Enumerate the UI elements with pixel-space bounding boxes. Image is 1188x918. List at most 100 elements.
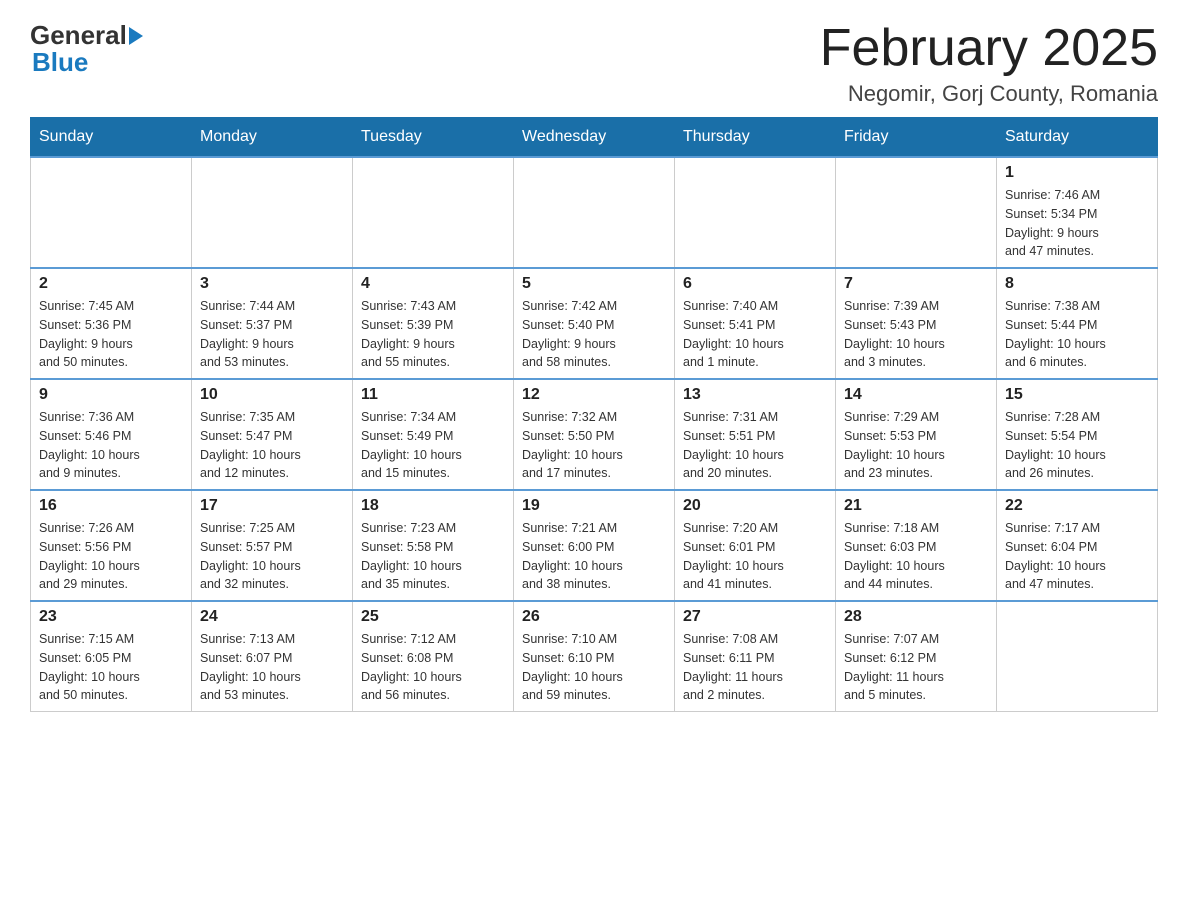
calendar-cell-1-4 — [514, 157, 675, 268]
calendar-cell-1-7: 1 Sunrise: 7:46 AMSunset: 5:34 PMDaylight… — [997, 157, 1158, 268]
day-info: Sunrise: 7:12 AMSunset: 6:08 PMDaylight:… — [361, 630, 505, 705]
day-info: Sunrise: 7:45 AMSunset: 5:36 PMDaylight:… — [39, 297, 183, 372]
weekday-header-row: SundayMondayTuesdayWednesdayThursdayFrid… — [31, 118, 1158, 158]
weekday-header-friday: Friday — [836, 118, 997, 158]
day-number: 27 — [683, 608, 827, 626]
calendar-cell-2-6: 7Sunrise: 7:39 AMSunset: 5:43 PMDaylight… — [836, 268, 997, 379]
day-number: 18 — [361, 497, 505, 515]
day-number: 4 — [361, 275, 505, 293]
weekday-header-wednesday: Wednesday — [514, 118, 675, 158]
location-subtitle: Negomir, Gorj County, Romania — [820, 81, 1158, 107]
day-number: 25 — [361, 608, 505, 626]
week-row-5: 23 Sunrise: 7:15 AMSunset: 6:05 PMDayligh… — [31, 601, 1158, 712]
day-info: Sunrise: 7:40 AMSunset: 5:41 PMDaylight:… — [683, 297, 827, 372]
week-row-1: 1 Sunrise: 7:46 AMSunset: 5:34 PMDaylight… — [31, 157, 1158, 268]
day-info: Sunrise: 7:38 AMSunset: 5:44 PMDaylight:… — [1005, 297, 1149, 372]
day-info: Sunrise: 7:26 AMSunset: 5:56 PMDaylight:… — [39, 519, 183, 594]
calendar-cell-2-2: 3 Sunrise: 7:44 AMSunset: 5:37 PMDaylight… — [192, 268, 353, 379]
day-info: Sunrise: 7:31 AMSunset: 5:51 PMDaylight:… — [683, 408, 827, 483]
day-info: Sunrise: 7:13 AMSunset: 6:07 PMDaylight:… — [200, 630, 344, 705]
month-title: February 2025 — [820, 20, 1158, 77]
calendar-cell-5-5: 27 Sunrise: 7:08 AMSunset: 6:11 PMDayligh… — [675, 601, 836, 712]
calendar-cell-2-7: 8 Sunrise: 7:38 AMSunset: 5:44 PMDaylight… — [997, 268, 1158, 379]
calendar-cell-2-1: 2 Sunrise: 7:45 AMSunset: 5:36 PMDaylight… — [31, 268, 192, 379]
day-info: Sunrise: 7:32 AMSunset: 5:50 PMDaylight:… — [522, 408, 666, 483]
day-info: Sunrise: 7:36 AMSunset: 5:46 PMDaylight:… — [39, 408, 183, 483]
calendar-cell-3-4: 12 Sunrise: 7:32 AMSunset: 5:50 PMDayligh… — [514, 379, 675, 490]
week-row-4: 16Sunrise: 7:26 AMSunset: 5:56 PMDayligh… — [31, 490, 1158, 601]
calendar-cell-1-3 — [353, 157, 514, 268]
day-info: Sunrise: 7:08 AMSunset: 6:11 PMDaylight:… — [683, 630, 827, 705]
day-number: 20 — [683, 497, 827, 515]
day-info: Sunrise: 7:21 AMSunset: 6:00 PMDaylight:… — [522, 519, 666, 594]
day-number: 1 — [1005, 164, 1149, 182]
day-info: Sunrise: 7:18 AMSunset: 6:03 PMDaylight:… — [844, 519, 988, 594]
day-info: Sunrise: 7:23 AMSunset: 5:58 PMDaylight:… — [361, 519, 505, 594]
day-number: 19 — [522, 497, 666, 515]
day-number: 21 — [844, 497, 988, 515]
day-number: 3 — [200, 275, 344, 293]
day-number: 28 — [844, 608, 988, 626]
day-info: Sunrise: 7:42 AMSunset: 5:40 PMDaylight:… — [522, 297, 666, 372]
day-number: 22 — [1005, 497, 1149, 515]
calendar-cell-4-6: 21 Sunrise: 7:18 AMSunset: 6:03 PMDayligh… — [836, 490, 997, 601]
calendar-cell-3-5: 13 Sunrise: 7:31 AMSunset: 5:51 PMDayligh… — [675, 379, 836, 490]
calendar-cell-5-3: 25 Sunrise: 7:12 AMSunset: 6:08 PMDayligh… — [353, 601, 514, 712]
day-number: 8 — [1005, 275, 1149, 293]
day-number: 23 — [39, 608, 183, 626]
calendar-cell-3-1: 9 Sunrise: 7:36 AMSunset: 5:46 PMDaylight… — [31, 379, 192, 490]
logo-blue-text: Blue — [32, 47, 88, 78]
weekday-header-saturday: Saturday — [997, 118, 1158, 158]
day-info: Sunrise: 7:20 AMSunset: 6:01 PMDaylight:… — [683, 519, 827, 594]
day-info: Sunrise: 7:28 AMSunset: 5:54 PMDaylight:… — [1005, 408, 1149, 483]
day-info: Sunrise: 7:46 AMSunset: 5:34 PMDaylight:… — [1005, 186, 1149, 261]
weekday-header-sunday: Sunday — [31, 118, 192, 158]
calendar-cell-5-2: 24 Sunrise: 7:13 AMSunset: 6:07 PMDayligh… — [192, 601, 353, 712]
calendar-table: SundayMondayTuesdayWednesdayThursdayFrid… — [30, 117, 1158, 712]
calendar-cell-4-2: 17 Sunrise: 7:25 AMSunset: 5:57 PMDayligh… — [192, 490, 353, 601]
title-section: February 2025 Negomir, Gorj County, Roma… — [820, 20, 1158, 107]
day-info: Sunrise: 7:29 AMSunset: 5:53 PMDaylight:… — [844, 408, 988, 483]
day-number: 14 — [844, 386, 988, 404]
weekday-header-thursday: Thursday — [675, 118, 836, 158]
day-number: 17 — [200, 497, 344, 515]
day-number: 26 — [522, 608, 666, 626]
weekday-header-tuesday: Tuesday — [353, 118, 514, 158]
calendar-cell-1-2 — [192, 157, 353, 268]
day-number: 5 — [522, 275, 666, 293]
week-row-2: 2 Sunrise: 7:45 AMSunset: 5:36 PMDaylight… — [31, 268, 1158, 379]
calendar-cell-1-5 — [675, 157, 836, 268]
day-info: Sunrise: 7:43 AMSunset: 5:39 PMDaylight:… — [361, 297, 505, 372]
calendar-cell-2-3: 4 Sunrise: 7:43 AMSunset: 5:39 PMDaylight… — [353, 268, 514, 379]
day-info: Sunrise: 7:44 AMSunset: 5:37 PMDaylight:… — [200, 297, 344, 372]
calendar-cell-4-4: 19 Sunrise: 7:21 AMSunset: 6:00 PMDayligh… — [514, 490, 675, 601]
calendar-cell-5-6: 28Sunrise: 7:07 AMSunset: 6:12 PMDayligh… — [836, 601, 997, 712]
day-number: 2 — [39, 275, 183, 293]
calendar-cell-3-2: 10Sunrise: 7:35 AMSunset: 5:47 PMDayligh… — [192, 379, 353, 490]
day-number: 9 — [39, 386, 183, 404]
day-info: Sunrise: 7:34 AMSunset: 5:49 PMDaylight:… — [361, 408, 505, 483]
week-row-3: 9 Sunrise: 7:36 AMSunset: 5:46 PMDaylight… — [31, 379, 1158, 490]
day-info: Sunrise: 7:10 AMSunset: 6:10 PMDaylight:… — [522, 630, 666, 705]
page-header: General Blue February 2025 Negomir, Gorj… — [30, 20, 1158, 107]
day-number: 24 — [200, 608, 344, 626]
day-info: Sunrise: 7:15 AMSunset: 6:05 PMDaylight:… — [39, 630, 183, 705]
day-info: Sunrise: 7:25 AMSunset: 5:57 PMDaylight:… — [200, 519, 344, 594]
logo-arrow-icon — [129, 27, 143, 45]
calendar-cell-4-7: 22 Sunrise: 7:17 AMSunset: 6:04 PMDayligh… — [997, 490, 1158, 601]
calendar-cell-1-1 — [31, 157, 192, 268]
day-number: 15 — [1005, 386, 1149, 404]
day-number: 10 — [200, 386, 344, 404]
day-info: Sunrise: 7:17 AMSunset: 6:04 PMDaylight:… — [1005, 519, 1149, 594]
calendar-cell-2-4: 5 Sunrise: 7:42 AMSunset: 5:40 PMDaylight… — [514, 268, 675, 379]
calendar-cell-5-4: 26 Sunrise: 7:10 AMSunset: 6:10 PMDayligh… — [514, 601, 675, 712]
calendar-cell-5-7 — [997, 601, 1158, 712]
calendar-cell-5-1: 23 Sunrise: 7:15 AMSunset: 6:05 PMDayligh… — [31, 601, 192, 712]
calendar-cell-4-5: 20 Sunrise: 7:20 AMSunset: 6:01 PMDayligh… — [675, 490, 836, 601]
calendar-cell-3-7: 15 Sunrise: 7:28 AMSunset: 5:54 PMDayligh… — [997, 379, 1158, 490]
day-info: Sunrise: 7:39 AMSunset: 5:43 PMDaylight:… — [844, 297, 988, 372]
calendar-cell-4-1: 16Sunrise: 7:26 AMSunset: 5:56 PMDayligh… — [31, 490, 192, 601]
calendar-cell-3-3: 11Sunrise: 7:34 AMSunset: 5:49 PMDayligh… — [353, 379, 514, 490]
day-number: 12 — [522, 386, 666, 404]
day-number: 13 — [683, 386, 827, 404]
